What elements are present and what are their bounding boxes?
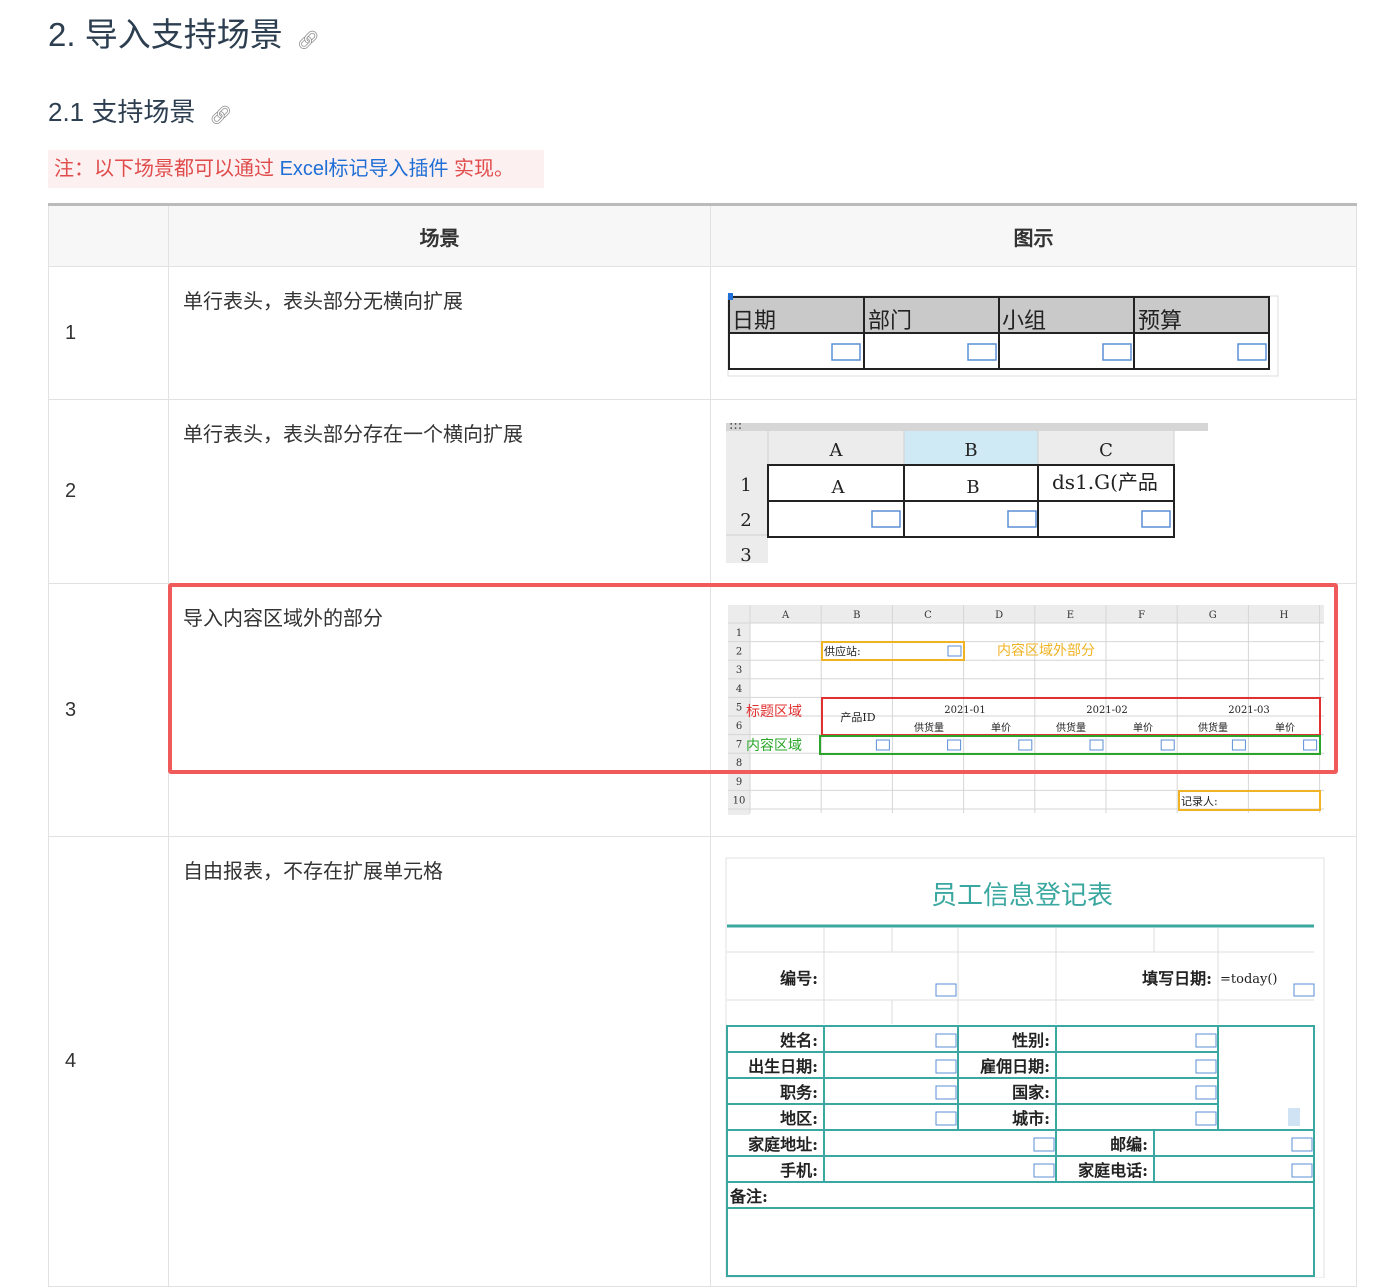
figure-4: 员工信息登记表 编号: 填写日期: =today() 姓名: 出生日期: 职务:… bbox=[710, 836, 1357, 1287]
row-desc: 单行表头，表头部分存在一个横向扩展 bbox=[168, 399, 711, 584]
row-number: 4 bbox=[48, 836, 169, 1287]
cell-text: ds1.G(产品 bbox=[1052, 470, 1158, 494]
form-label: 城市: bbox=[1012, 1109, 1050, 1128]
col-label: C bbox=[1099, 440, 1113, 461]
today-formula: =today() bbox=[1220, 972, 1278, 987]
recorder-label: 记录人: bbox=[1181, 795, 1218, 808]
note-box: 注：以下场景都可以通过 Excel标记导入插件 实现。 bbox=[48, 150, 544, 188]
row-label: 9 bbox=[736, 777, 742, 788]
page-title: 2. 导入支持场景 🔗︎ bbox=[48, 16, 320, 53]
form-label: 职务: bbox=[780, 1083, 818, 1102]
form-label: 姓名: bbox=[780, 1031, 818, 1050]
table-row: 1 单行表头，表头部分无横向扩展 日期 部门 小组 预算 bbox=[48, 266, 1357, 400]
highlight-box bbox=[168, 583, 1338, 774]
fig1-header: 预算 bbox=[1138, 309, 1182, 334]
row-label: 2 bbox=[740, 510, 751, 531]
form-label: 性别: bbox=[1012, 1031, 1050, 1050]
form-label: 备注: bbox=[729, 1187, 768, 1206]
row-number: 2 bbox=[48, 399, 169, 584]
link-icon[interactable]: 🔗︎ bbox=[209, 105, 232, 125]
form-title: 员工信息登记表 bbox=[931, 881, 1113, 911]
plugin-link[interactable]: Excel标记导入插件 bbox=[280, 158, 449, 180]
form-label: 编号: bbox=[780, 969, 818, 988]
header-num bbox=[48, 204, 169, 267]
cell-text: B bbox=[966, 477, 979, 498]
header-scene: 场景 bbox=[168, 204, 711, 267]
form-label: 家庭电话: bbox=[1078, 1161, 1148, 1180]
figure-2: A B C 1 2 3 A B ds1.G(产品 ::: bbox=[710, 399, 1357, 584]
svg-text::::: ::: bbox=[729, 418, 742, 433]
col-label: B bbox=[964, 440, 977, 461]
row-number: 3 bbox=[48, 583, 169, 837]
form-label: 国家: bbox=[1012, 1083, 1050, 1102]
table-header: 场景 图示 bbox=[48, 204, 1357, 267]
link-icon[interactable]: 🔗︎ bbox=[297, 30, 320, 50]
fig1-header: 部门 bbox=[868, 309, 912, 334]
form-label: 手机: bbox=[780, 1161, 818, 1180]
header-figure: 图示 bbox=[710, 204, 1357, 267]
fig1-header: 日期 bbox=[732, 309, 776, 334]
form-label: 填写日期: bbox=[1142, 969, 1212, 988]
fig1-header: 小组 bbox=[1002, 309, 1046, 334]
figure-1: 日期 部门 小组 预算 bbox=[710, 266, 1357, 400]
form-label: 出生日期: bbox=[748, 1057, 818, 1076]
row-label: 3 bbox=[740, 545, 751, 566]
col-label: A bbox=[829, 440, 844, 461]
row-number: 1 bbox=[48, 266, 169, 400]
row-desc: 自由报表，不存在扩展单元格 bbox=[168, 836, 711, 1287]
row-label: 1 bbox=[740, 475, 751, 496]
table-row: 2 单行表头，表头部分存在一个横向扩展 A B C 1 2 3 A B ds1.… bbox=[48, 399, 1357, 584]
cell-text: A bbox=[831, 477, 846, 498]
row-desc: 单行表头，表头部分无横向扩展 bbox=[168, 266, 711, 400]
form-label: 家庭地址: bbox=[748, 1135, 818, 1154]
table-row: 4 自由报表，不存在扩展单元格 员工信息登记表 编号: 填写日期: =today… bbox=[48, 836, 1357, 1287]
section-title: 2.1 支持场景 🔗︎ bbox=[48, 97, 233, 127]
form-label: 邮编: bbox=[1110, 1135, 1148, 1154]
form-label: 雇佣日期: bbox=[980, 1057, 1050, 1076]
form-label: 地区: bbox=[780, 1109, 818, 1128]
row-label: 10 bbox=[733, 795, 746, 806]
